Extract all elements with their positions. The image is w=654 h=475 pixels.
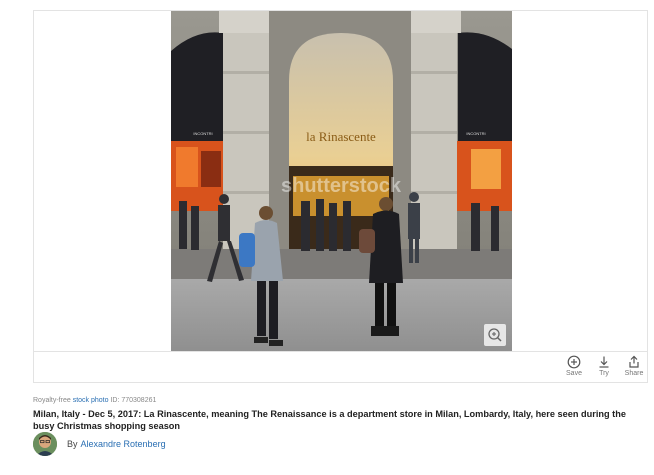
try-label: Try [599,370,609,377]
watermark-text: shutterstock [281,175,402,197]
avatar[interactable] [33,432,57,456]
left-window-sign: INCONTRI [193,131,212,136]
photo-id: ID: 770308261 [110,397,157,404]
image-preview-frame: la Rinascente INCONTRI INCONTRI shutters… [33,10,648,383]
right-window-sign: INCONTRI [466,131,485,136]
royalty-free-text: Royalty-free [33,397,71,404]
author-row: By Alexandre Rotenberg [33,432,166,456]
image-action-toolbar: Save Try Share [34,351,647,382]
by-label: By [67,439,78,449]
stock-photo[interactable]: la Rinascente INCONTRI INCONTRI shutters… [171,11,512,352]
stock-photo-link[interactable]: stock photo [73,397,109,404]
try-button[interactable]: Try [590,355,618,377]
share-button[interactable]: Share [620,355,648,377]
storefront-sign: la Rinascente [306,129,376,144]
photo-meta: Royalty-free stock photo ID: 770308261 M… [33,396,643,432]
share-icon [629,355,639,368]
zoom-in-button[interactable] [484,324,506,346]
photo-description: Milan, Italy - Dec 5, 2017: La Rinascent… [33,409,626,431]
share-label: Share [624,370,644,377]
download-icon [599,356,609,368]
plus-circle-icon [567,355,581,369]
photo-id-line: Royalty-free stock photo ID: 770308261 [33,396,643,405]
photo-illustration: la Rinascente INCONTRI INCONTRI shutters… [171,11,512,352]
zoom-in-icon [488,328,502,342]
author-link[interactable]: Alexandre Rotenberg [81,439,166,449]
save-button[interactable]: Save [560,355,588,377]
author-avatar-image [33,432,57,456]
save-label: Save [566,370,582,377]
